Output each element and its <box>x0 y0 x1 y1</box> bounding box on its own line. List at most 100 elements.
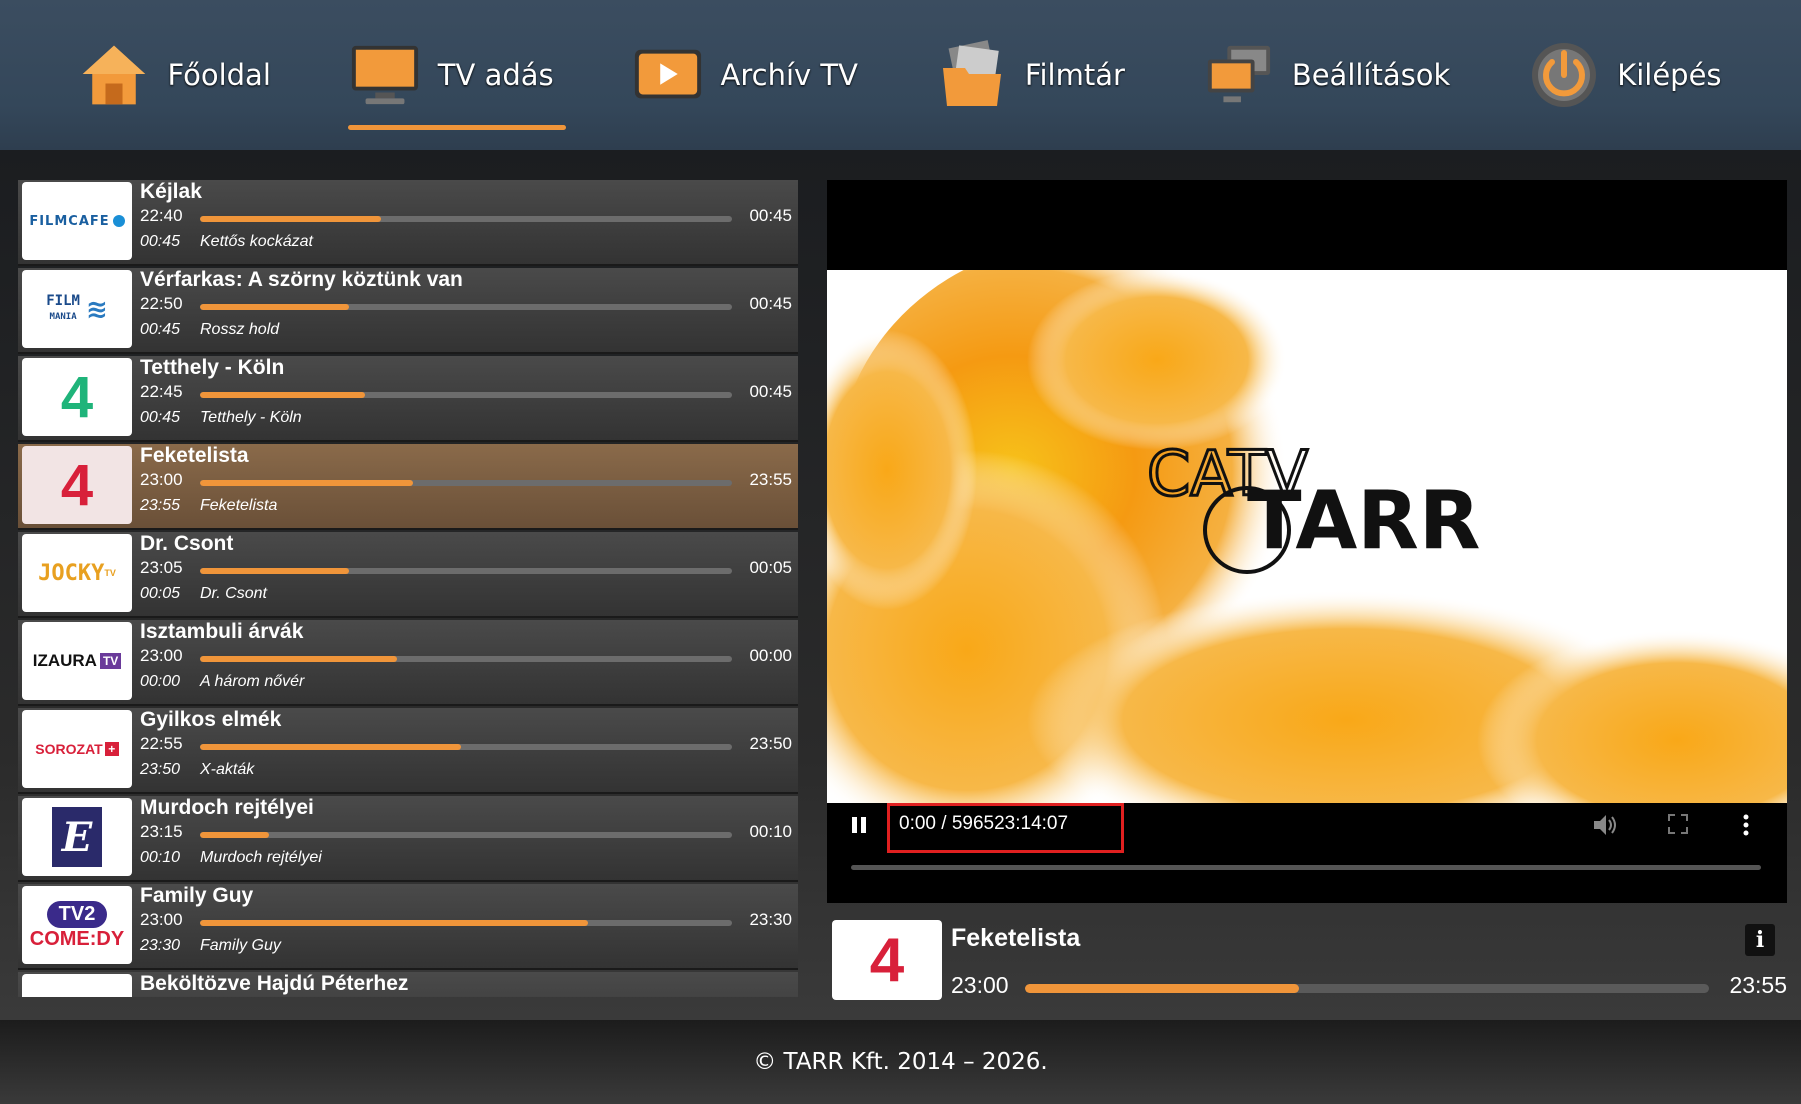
next-program-time: 23:55 <box>140 497 181 514</box>
program-start: 22:45 <box>140 382 183 401</box>
nav-label: Kilépés <box>1617 58 1722 92</box>
program-start: 23:15 <box>140 822 183 841</box>
film-folder-icon <box>937 40 1007 110</box>
program-progress <box>200 480 732 486</box>
nav-logout[interactable]: Kilépés <box>1517 20 1733 130</box>
channel-row[interactable]: TV2 COME:DY Family Guy 23:00 23:30 23:30… <box>18 884 798 970</box>
program-title: Gyilkos elmék <box>140 708 282 731</box>
program-progress <box>200 920 732 926</box>
video-player[interactable]: CATV TARR <box>827 180 1787 810</box>
program-end: 23:30 <box>749 910 792 929</box>
channel-row[interactable]: JOCKY TV Dr. Csont 23:05 00:05 00:05 Dr. … <box>18 532 798 618</box>
fullscreen-icon[interactable] <box>1667 813 1689 840</box>
now-playing-channel-logo: 4 <box>832 920 942 1000</box>
nav-archive-tv[interactable]: Archív TV <box>621 20 870 130</box>
program-title: Dr. Csont <box>140 532 234 555</box>
next-program-time: 00:45 <box>140 409 181 426</box>
channel-row[interactable]: SOROZAT + Gyilkos elmék 22:55 23:50 23:5… <box>18 708 798 794</box>
program-title: Feketelista <box>140 444 249 467</box>
video-frame[interactable]: CATV TARR <box>827 270 1787 810</box>
channel-logo-tv2comedy: TV2 COME:DY <box>22 886 132 964</box>
program-progress <box>200 304 732 310</box>
copyright-text: © TARR Kft. 2014 – 2026. <box>753 1049 1048 1075</box>
channel-logo-izaura: IZAURA TV <box>22 622 132 700</box>
nav-settings[interactable]: Beállítások <box>1192 20 1462 130</box>
program-end: 00:00 <box>749 646 792 665</box>
channel-row-active[interactable]: 4 Feketelista 23:00 23:55 23:55 Feketeli… <box>18 444 798 530</box>
more-options-icon[interactable] <box>1742 813 1750 842</box>
channel-logo-filmcafe: FILMCAFE <box>22 182 132 260</box>
program-progress <box>200 392 732 398</box>
tarr-logo-text: TARR <box>1247 474 1480 567</box>
program-start: 22:40 <box>140 206 183 225</box>
now-playing-start: 23:00 <box>951 972 1009 998</box>
next-program-time: 00:00 <box>140 673 181 690</box>
next-program-title: Rossz hold <box>200 321 280 338</box>
program-end: 23:55 <box>749 470 792 489</box>
pause-icon[interactable] <box>849 815 869 835</box>
next-program-time: 00:45 <box>140 321 181 338</box>
channel-list[interactable]: FILMCAFE Kéjlak 22:40 00:45 00:45 Kettős… <box>18 180 798 997</box>
nav-label: TV adás <box>437 58 554 92</box>
nav-tv[interactable]: TV adás <box>338 20 566 130</box>
next-program-title: X-akták <box>200 761 255 778</box>
footer: © TARR Kft. 2014 – 2026. <box>0 1020 1801 1104</box>
nav-label: Filmtár <box>1024 58 1125 92</box>
program-title: Tetthely - Köln <box>140 356 285 379</box>
time-display-highlight <box>887 803 1124 853</box>
program-title: Vérfarkas: A szörny köztünk van <box>140 268 463 291</box>
next-program-title: A három nővér <box>200 673 305 690</box>
now-playing-panel: 4 Feketelista 23:00 23:55 i <box>827 920 1787 1015</box>
program-title: Family Guy <box>140 884 254 907</box>
program-progress <box>200 656 732 662</box>
next-program-title: Murdoch rejtélyei <box>200 849 322 866</box>
channel-logo-jocky: JOCKY TV <box>22 534 132 612</box>
channel-row[interactable]: FILMCAFE Kéjlak 22:40 00:45 00:45 Kettős… <box>18 180 798 266</box>
tv-icon <box>350 40 420 110</box>
program-title: Isztambuli árvák <box>140 620 304 643</box>
program-start: 22:55 <box>140 734 183 753</box>
program-progress <box>200 832 732 838</box>
top-navigation: Főoldal TV adás Archív TV Filmtár Beállí… <box>0 0 1801 150</box>
program-end: 00:45 <box>749 294 792 313</box>
nav-film-library[interactable]: Filmtár <box>925 20 1137 130</box>
now-playing-title: Feketelista <box>951 924 1081 952</box>
channel-logo-partial <box>22 974 132 997</box>
program-progress <box>200 216 732 222</box>
channel-row[interactable]: IZAURA TV Isztambuli árvák 23:00 00:00 0… <box>18 620 798 706</box>
program-start: 23:00 <box>140 910 183 929</box>
program-end: 00:05 <box>749 558 792 577</box>
program-start: 23:00 <box>140 470 183 489</box>
next-program-title: Kettős kockázat <box>200 233 313 250</box>
program-title: Kéjlak <box>140 180 202 203</box>
player-controls: 0:00 / 596523:14:07 <box>827 803 1787 903</box>
info-button[interactable]: i <box>1745 924 1775 956</box>
home-icon <box>79 40 149 110</box>
next-program-time: 23:30 <box>140 937 181 954</box>
channel-row[interactable]: Beköltözve Hajdú Péterhez <box>18 972 798 997</box>
channel-logo-filmmania: FILM MANIA ≋ <box>22 270 132 348</box>
channel-row[interactable]: FILM MANIA ≋ Vérfarkas: A szörny köztünk … <box>18 268 798 354</box>
program-start: 23:05 <box>140 558 183 577</box>
program-end: 00:10 <box>749 822 792 841</box>
channel-row[interactable]: E Murdoch rejtélyei 23:15 00:10 00:10 Mu… <box>18 796 798 882</box>
volume-icon[interactable] <box>1592 813 1618 842</box>
next-program-time: 00:45 <box>140 233 181 250</box>
program-title: Murdoch rejtélyei <box>140 796 314 819</box>
next-program-title: Tetthely - Köln <box>200 409 302 426</box>
now-playing-progress <box>1025 984 1709 993</box>
play-archive-icon <box>633 40 703 110</box>
program-progress <box>200 568 732 574</box>
next-program-time: 00:05 <box>140 585 181 602</box>
next-program-title: Dr. Csont <box>200 585 267 602</box>
nav-label: Főoldal <box>167 58 271 92</box>
next-program-title: Family Guy <box>200 937 281 954</box>
nav-home[interactable]: Főoldal <box>67 20 282 130</box>
channel-row[interactable]: 4 Tetthely - Köln 22:45 00:45 00:45 Tett… <box>18 356 798 442</box>
channel-logo-tv4: 4 <box>22 446 132 524</box>
program-end: 00:45 <box>749 382 792 401</box>
seek-bar[interactable] <box>851 865 1761 870</box>
settings-monitor-icon <box>1204 40 1274 110</box>
channel-logo-epic: E <box>22 798 132 876</box>
next-program-time: 23:50 <box>140 761 181 778</box>
